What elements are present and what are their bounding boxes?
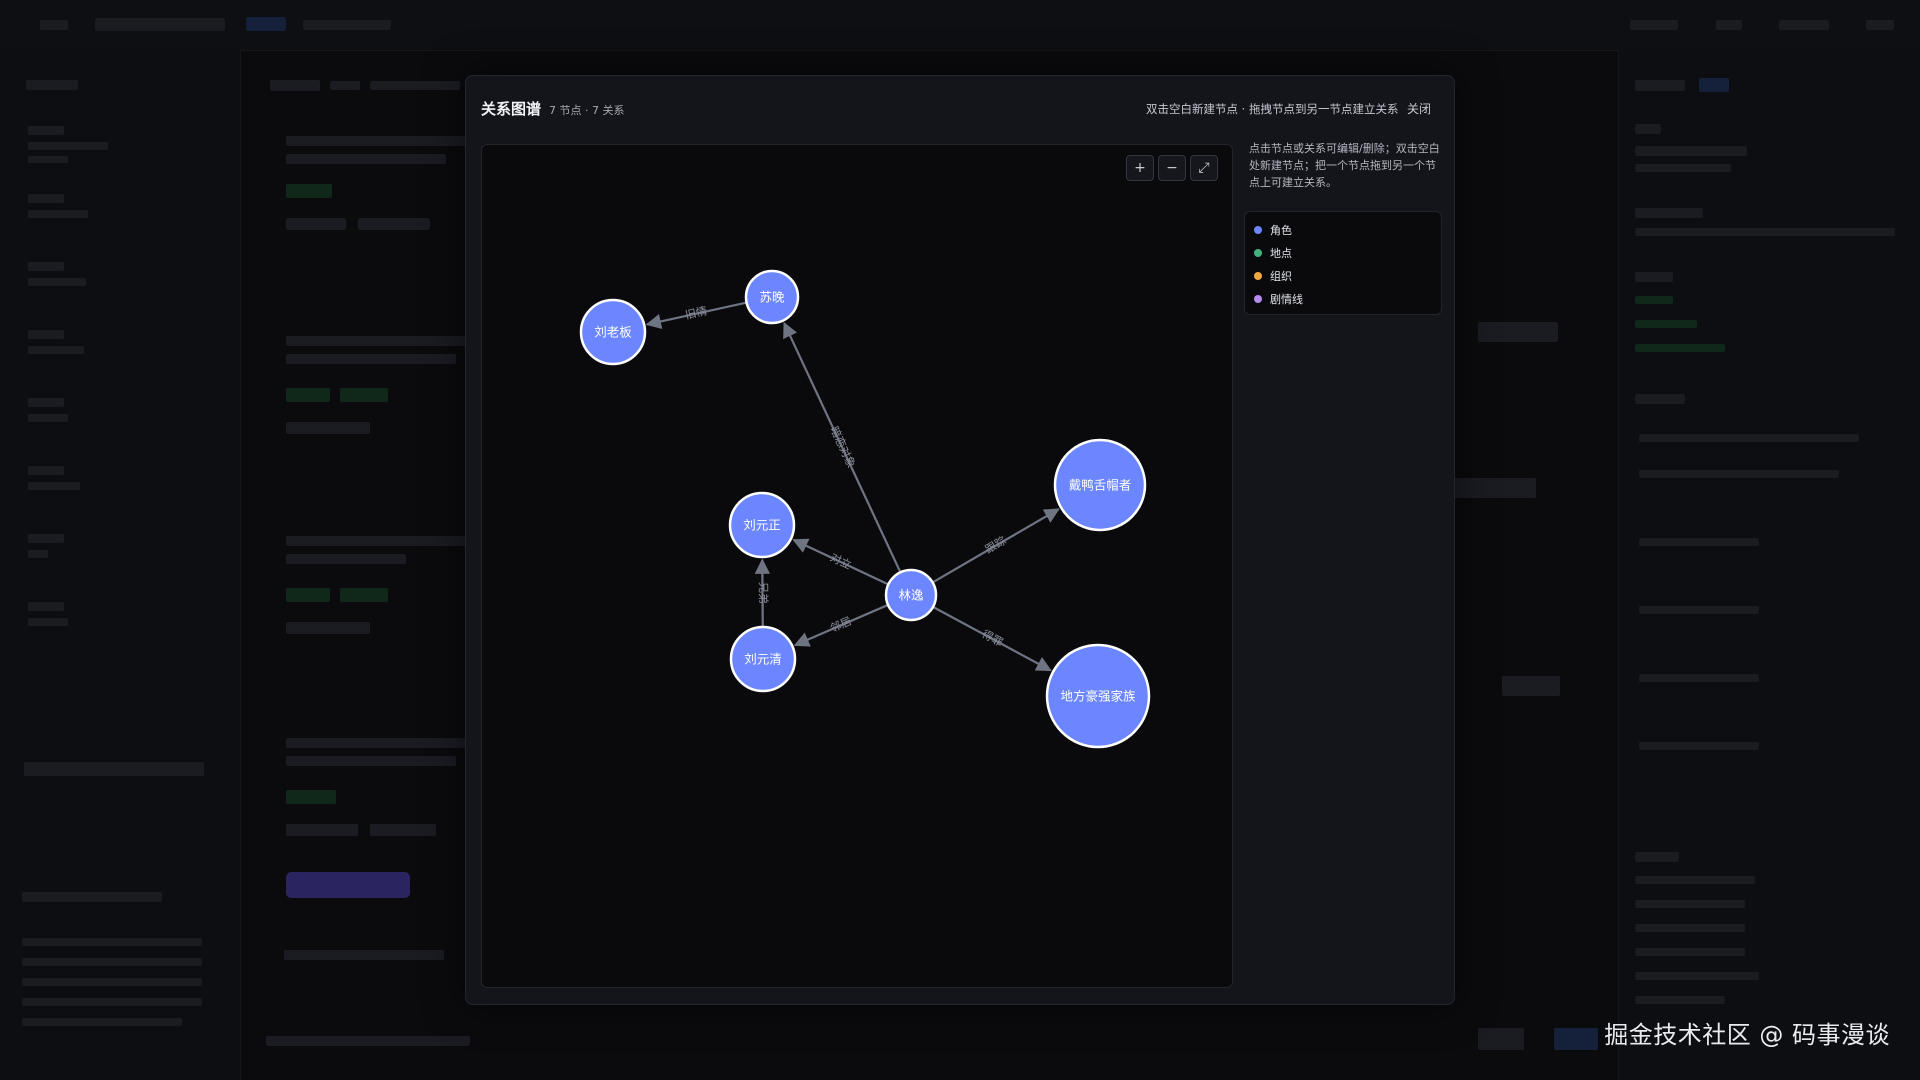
legend-item-character: 角色 — [1254, 222, 1292, 238]
close-button[interactable]: 关闭 — [1403, 97, 1435, 120]
legend-dot-plotline — [1254, 295, 1262, 303]
node-label: 刘元正 — [743, 518, 781, 533]
legend-dot-organization — [1254, 272, 1262, 280]
nodes-layer: 林逸 苏晚刘老板刘元正刘元清 戴鸭舌帽者地方豪强家族 — [579, 269, 1151, 749]
legend-dot-character — [1254, 226, 1262, 234]
node-label: 刘老板 — [594, 325, 632, 340]
legend-item-location: 地点 — [1254, 245, 1292, 261]
help-text: 点击节点或关系可编辑/删除；双击空白处新建节点；把一个节点拖到另一个节点上可建立… — [1249, 142, 1440, 189]
node-label: 林逸 — [898, 588, 924, 603]
fit-view-button[interactable]: ⤢ — [1190, 155, 1218, 181]
edge-label[interactable]: 得罪 — [980, 627, 1006, 649]
graph-node-suwan[interactable]: 苏晚 — [744, 269, 800, 325]
legend-dot-location — [1254, 249, 1262, 257]
background-sidebar — [0, 50, 241, 1080]
node-label: 刘元清 — [744, 652, 782, 667]
graph-node-difang[interactable]: 地方豪强家族 — [1045, 643, 1151, 749]
edge-label[interactable]: 兄弟 — [756, 582, 769, 604]
graph-stats: 7 节点 · 7 关系 — [549, 104, 625, 117]
legend-label: 地点 — [1270, 247, 1292, 260]
watermark: 掘金技术社区 @ 码事漫谈 — [1604, 1021, 1890, 1049]
legend-label: 角色 — [1270, 224, 1292, 237]
legend: 角色 地点 组织 剧情线 — [1244, 211, 1442, 315]
graph-node-linyi[interactable]: 林逸 — [884, 568, 938, 622]
graph-node-liulaoban[interactable]: 刘老板 — [579, 298, 647, 366]
zoom-in-button[interactable]: + — [1126, 155, 1154, 181]
graph-node-liuyuanqing[interactable]: 刘元清 — [729, 625, 797, 693]
edge-label[interactable]: 旧情 — [684, 304, 708, 321]
edge-label[interactable]: 跟踪 — [982, 533, 1008, 556]
edge-label[interactable]: 对立 — [828, 550, 854, 572]
graph-node-daiyashe[interactable]: 戴鸭舌帽者 — [1053, 438, 1147, 532]
node-label: 戴鸭舌帽者 — [1069, 478, 1132, 493]
legend-item-plotline: 剧情线 — [1254, 291, 1303, 307]
graph-canvas[interactable]: + − ⤢ 旧情暗恋对象跟踪对立邻居 兄弟得罪 林逸 苏晚刘老板刘元正刘元清 戴鸭舌帽… — [481, 144, 1233, 988]
edge-label[interactable]: 邻居 — [828, 614, 853, 635]
relationship-graph-modal: 关系图谱 7 节点 · 7 关系 双击空白新建节点 · 拖拽节点到另一节点建立关… — [465, 75, 1455, 1005]
legend-label: 组织 — [1270, 270, 1292, 283]
background-right-panel — [1618, 50, 1920, 1080]
zoom-out-button[interactable]: − — [1158, 155, 1186, 181]
node-label: 苏晚 — [759, 290, 785, 305]
usage-hint: 双击空白新建节点 · 拖拽节点到另一节点建立关系 — [1146, 102, 1399, 116]
legend-item-organization: 组织 — [1254, 268, 1292, 284]
node-label: 地方豪强家族 — [1060, 689, 1136, 704]
edges-layer: 旧情暗恋对象跟踪对立邻居 兄弟得罪 — [645, 301, 1060, 672]
legend-label: 剧情线 — [1270, 293, 1303, 306]
modal-title: 关系图谱 — [481, 100, 542, 118]
graph-node-liuyuanzheng[interactable]: 刘元正 — [728, 491, 796, 559]
graph-svg[interactable]: 旧情暗恋对象跟踪对立邻居 兄弟得罪 林逸 苏晚刘老板刘元正刘元清 戴鸭舌帽者地方豪强家… — [482, 145, 1232, 987]
edge-label[interactable]: 暗恋对象 — [827, 424, 858, 470]
background-topbar — [0, 0, 1920, 51]
